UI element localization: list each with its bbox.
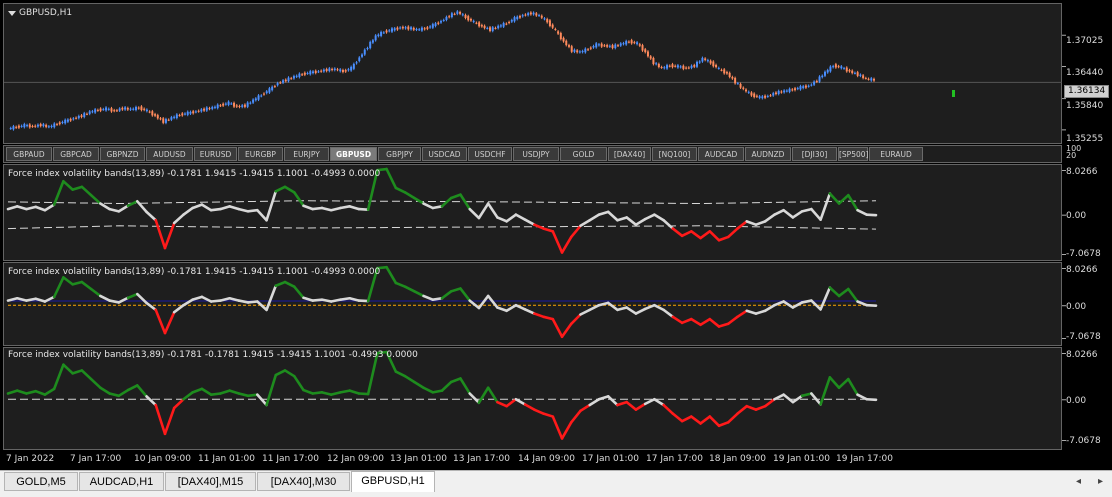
time-axis-label: 10 Jan 09:00 bbox=[134, 454, 191, 464]
symbol-button-gbpcad[interactable]: GBPCAD bbox=[53, 147, 99, 161]
time-axis-label: 13 Jan 17:00 bbox=[453, 454, 510, 464]
indicator-title-2: Force index volatility bands(13,89) -0.1… bbox=[8, 267, 380, 277]
chart-tab[interactable]: [DAX40],M30 bbox=[257, 472, 350, 491]
symbol-button-gbpjpy[interactable]: GBPJPY bbox=[378, 147, 421, 161]
time-axis-label: 14 Jan 09:00 bbox=[518, 454, 575, 464]
symbol-button-euraud[interactable]: EURAUD bbox=[869, 147, 923, 161]
time-axis-label: 7 Jan 2022 bbox=[6, 454, 54, 464]
time-axis-label: 19 Jan 01:00 bbox=[773, 454, 830, 464]
ind1-axis-label: 0.00 bbox=[1066, 211, 1086, 221]
chart-tab[interactable]: GOLD,M5 bbox=[4, 472, 78, 491]
price-axis-label: 1.35255 bbox=[1066, 134, 1103, 144]
time-axis-label: 7 Jan 17:00 bbox=[70, 454, 121, 464]
price-axis-label: 1.37025 bbox=[1066, 36, 1103, 46]
ind1-axis-label: -7.0678 bbox=[1066, 249, 1101, 259]
symbol-button-usdchf[interactable]: USDCHF bbox=[468, 147, 512, 161]
ind3-axis-label: -7.0678 bbox=[1066, 436, 1101, 446]
indicator-pane-3[interactable] bbox=[3, 347, 1062, 450]
time-axis-label: 13 Jan 01:00 bbox=[390, 454, 447, 464]
symbol-button-usdcad[interactable]: USDCAD bbox=[422, 147, 467, 161]
ind2-axis-label: 8.0266 bbox=[1066, 265, 1098, 275]
scroll-left-icon[interactable]: ◂ bbox=[1076, 476, 1081, 487]
time-axis-label: 17 Jan 17:00 bbox=[646, 454, 703, 464]
symbar-axis-label: 20 bbox=[1066, 151, 1076, 160]
symbol-button-eurgbp[interactable]: EURGBP bbox=[238, 147, 283, 161]
ind1-axis-label: 8.0266 bbox=[1066, 167, 1098, 177]
ind3-axis-label: 0.00 bbox=[1066, 396, 1086, 406]
symbol-button-eurusd[interactable]: EURUSD bbox=[194, 147, 237, 161]
symbol-button-eurjpy[interactable]: EURJPY bbox=[284, 147, 329, 161]
chart-title-text: GBPUSD,H1 bbox=[19, 8, 72, 18]
symbol-button-gbpusd[interactable]: GBPUSD bbox=[330, 147, 377, 161]
time-axis-label: 18 Jan 09:00 bbox=[709, 454, 766, 464]
time-axis-label: 17 Jan 01:00 bbox=[582, 454, 639, 464]
symbol-button-audusd[interactable]: AUDUSD bbox=[146, 147, 193, 161]
symbol-button-audnzd[interactable]: AUDNZD bbox=[745, 147, 791, 161]
price-axis-label: 1.36440 bbox=[1066, 68, 1103, 78]
symbol-button-gbpnzd[interactable]: GBPNZD bbox=[100, 147, 145, 161]
time-axis-label: 19 Jan 17:00 bbox=[836, 454, 893, 464]
time-axis-label: 11 Jan 17:00 bbox=[262, 454, 319, 464]
time-axis-label: 12 Jan 09:00 bbox=[327, 454, 384, 464]
symbol-button-gold[interactable]: GOLD bbox=[560, 147, 607, 161]
chart-title: GBPUSD,H1 bbox=[8, 8, 72, 18]
chart-tab[interactable]: [DAX40],M15 bbox=[165, 472, 256, 491]
ind2-axis-label: 0.00 bbox=[1066, 302, 1086, 312]
symbol-button-dji30[interactable]: [DJI30] bbox=[792, 147, 837, 161]
symbol-button-audcad[interactable]: AUDCAD bbox=[698, 147, 744, 161]
symbol-button-gbpaud[interactable]: GBPAUD bbox=[6, 147, 52, 161]
current-price-label: 1.36134 bbox=[1064, 85, 1109, 98]
time-axis-label: 11 Jan 01:00 bbox=[198, 454, 255, 464]
chart-tab[interactable]: AUDCAD,H1 bbox=[79, 472, 164, 491]
price-axis-label: 1.35840 bbox=[1066, 101, 1103, 111]
indicator-title-1: Force index volatility bands(13,89) -0.1… bbox=[8, 169, 380, 179]
ind3-axis-label: 8.0266 bbox=[1066, 350, 1098, 360]
ind2-axis-label: -7.0678 bbox=[1066, 332, 1101, 342]
symbol-button-dax40[interactable]: [DAX40] bbox=[608, 147, 651, 161]
symbol-button-usdjpy[interactable]: USDJPY bbox=[513, 147, 559, 161]
symbol-button-sp500[interactable]: [SP500] bbox=[838, 147, 868, 161]
chart-tab[interactable]: GBPUSD,H1 bbox=[351, 471, 435, 492]
dropdown-triangle-icon[interactable] bbox=[8, 11, 16, 16]
indicator-title-3: Force index volatility bands(13,89) -0.1… bbox=[8, 350, 418, 360]
scroll-right-icon[interactable]: ▸ bbox=[1098, 476, 1103, 487]
price-pane[interactable] bbox=[3, 3, 1062, 144]
symbol-button-nq100[interactable]: [NQ100] bbox=[652, 147, 697, 161]
